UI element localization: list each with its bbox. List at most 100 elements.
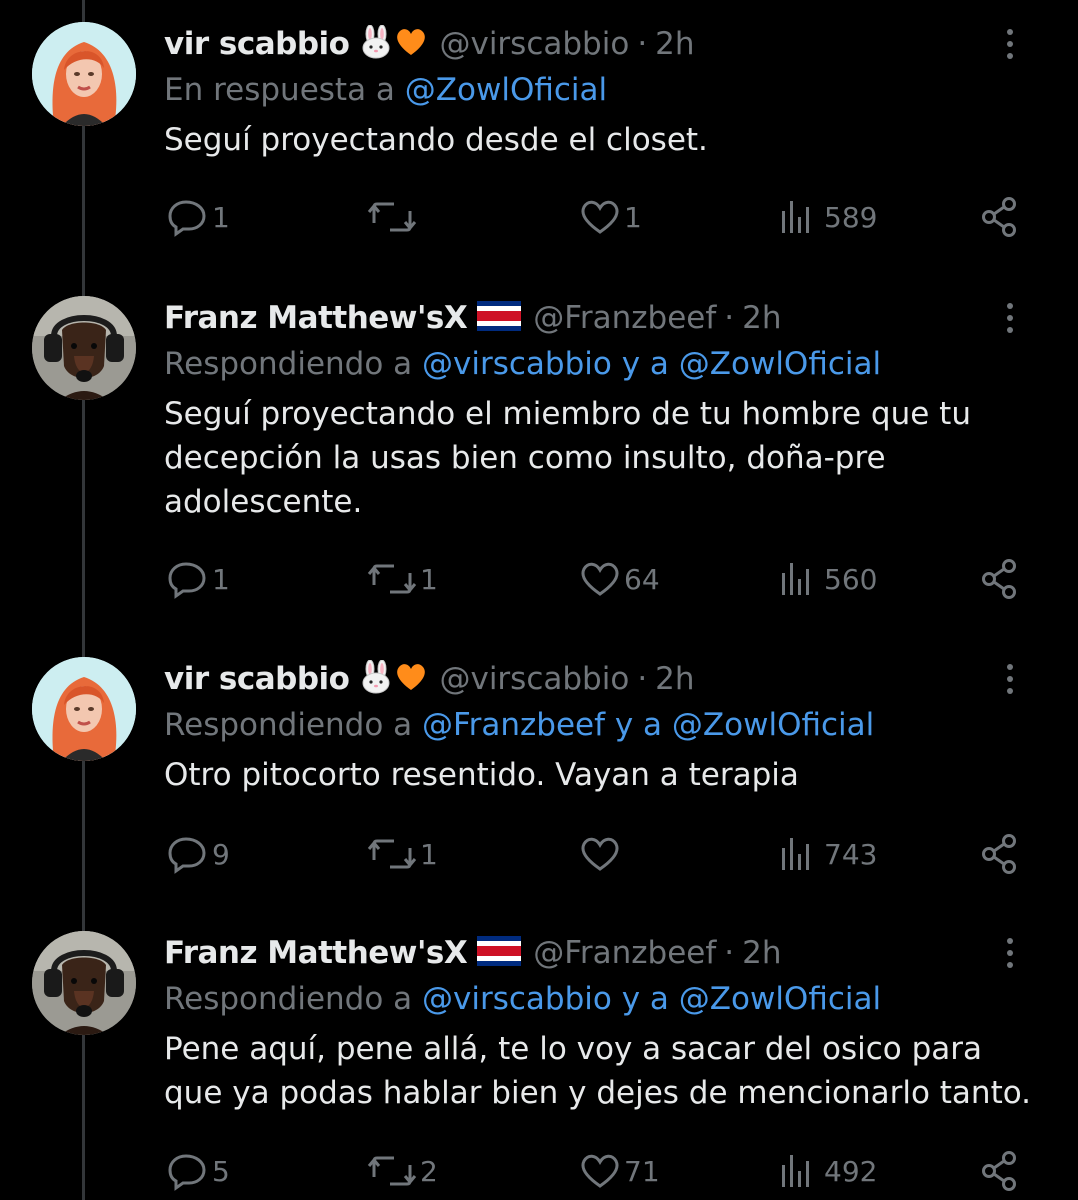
- like-button[interactable]: 64: [578, 554, 660, 604]
- like-count: 71: [624, 1154, 660, 1188]
- reply-mentions[interactable]: @ZowlOficial: [405, 72, 607, 108]
- reply-prefix: Respondiendo a: [164, 346, 423, 382]
- views-icon: [776, 559, 822, 599]
- action-bar: 5 2 71 492: [166, 1146, 1036, 1196]
- share-icon: [978, 832, 1022, 876]
- views-button[interactable]: 560: [776, 554, 877, 604]
- action-bar: 9 1 743: [166, 829, 1036, 879]
- retweet-icon: [366, 834, 418, 874]
- action-bar: 1 1 589: [166, 192, 1036, 242]
- reply-prefix: Respondiendo a: [164, 707, 423, 743]
- handle[interactable]: @Franzbeef: [533, 935, 716, 971]
- views-icon: [776, 197, 822, 237]
- heart-icon: [578, 1151, 622, 1191]
- reply-context: Respondiendo a @Franzbeef y a @ZowlOfici…: [164, 707, 1038, 749]
- retweet-icon: [366, 559, 418, 599]
- like-button[interactable]: 1: [578, 192, 642, 242]
- view-count: 560: [824, 562, 878, 596]
- heart-icon: [578, 834, 622, 874]
- timestamp[interactable]: 2h: [655, 661, 694, 697]
- separator-dot: ·: [637, 26, 648, 62]
- reply-button[interactable]: 5: [166, 1146, 230, 1196]
- costa-rica-flag-emoji: [477, 936, 522, 970]
- view-count: 492: [824, 1154, 878, 1188]
- display-name[interactable]: vir scabbio: [164, 26, 350, 62]
- views-icon: [776, 1151, 822, 1191]
- like-count: 1: [624, 200, 642, 234]
- retweet-button[interactable]: 1: [366, 829, 438, 879]
- avatar[interactable]: [32, 296, 136, 400]
- share-icon: [978, 1149, 1022, 1193]
- reply-prefix: En respuesta a: [164, 72, 405, 108]
- share-button[interactable]: [978, 1146, 1022, 1196]
- reply-count: 5: [212, 1154, 230, 1188]
- separator-dot: ·: [724, 300, 735, 336]
- retweet-button[interactable]: [366, 192, 420, 242]
- more-options-icon[interactable]: [990, 935, 1030, 971]
- display-name[interactable]: vir scabbio: [164, 661, 350, 697]
- separator-dot: ·: [724, 935, 735, 971]
- views-button[interactable]: 589: [776, 192, 877, 242]
- reply-count: 1: [212, 562, 230, 596]
- reply-button[interactable]: 1: [166, 554, 230, 604]
- share-button[interactable]: [978, 829, 1022, 879]
- handle[interactable]: @Franzbeef: [533, 300, 716, 336]
- timestamp[interactable]: 2h: [655, 26, 694, 62]
- display-name[interactable]: Franz Matthew'sX: [164, 300, 468, 336]
- orange-heart-emoji: [395, 27, 427, 61]
- orange-heart-emoji: [395, 662, 427, 696]
- more-options-icon[interactable]: [990, 661, 1030, 697]
- reply-mentions[interactable]: @virscabbio y a @ZowlOficial: [422, 346, 881, 382]
- reply-prefix: Respondiendo a: [164, 981, 423, 1017]
- reply-mentions[interactable]: @virscabbio y a @ZowlOficial: [422, 981, 881, 1017]
- like-button[interactable]: 71: [578, 1146, 660, 1196]
- views-button[interactable]: 743: [776, 829, 877, 879]
- share-icon: [978, 195, 1022, 239]
- rabbit-emoji: [359, 24, 393, 63]
- retweet-count: 1: [420, 837, 438, 871]
- reply-button[interactable]: 1: [166, 192, 230, 242]
- reply-icon: [166, 197, 210, 237]
- views-icon: [776, 834, 822, 874]
- share-button[interactable]: [978, 554, 1022, 604]
- avatar[interactable]: [32, 22, 136, 126]
- separator-dot: ·: [637, 661, 648, 697]
- reply-count: 9: [212, 837, 230, 871]
- reply-icon: [166, 559, 210, 599]
- costa-rica-flag-emoji: [477, 301, 522, 335]
- tweet-text: Seguí proyectando el miembro de tu hombr…: [164, 396, 971, 520]
- timestamp[interactable]: 2h: [742, 300, 781, 336]
- more-options-icon[interactable]: [990, 26, 1030, 62]
- views-button[interactable]: 492: [776, 1146, 877, 1196]
- retweet-icon: [366, 1151, 418, 1191]
- avatar[interactable]: [32, 657, 136, 761]
- retweet-button[interactable]: 1: [366, 554, 438, 604]
- tweet-text: Otro pitocorto resentido. Vayan a terapi…: [164, 757, 799, 793]
- reply-icon: [166, 834, 210, 874]
- reply-mentions[interactable]: @Franzbeef y a @ZowlOficial: [422, 707, 874, 743]
- avatar[interactable]: [32, 931, 136, 1035]
- display-name[interactable]: Franz Matthew'sX: [164, 935, 468, 971]
- tweet-text: Seguí proyectando desde el closet.: [164, 122, 708, 158]
- reply-context: En respuesta a @ZowlOficial: [164, 72, 1038, 114]
- more-options-icon[interactable]: [990, 300, 1030, 336]
- share-button[interactable]: [978, 192, 1022, 242]
- like-count: 64: [624, 562, 660, 596]
- retweet-button[interactable]: 2: [366, 1146, 438, 1196]
- handle[interactable]: @virscabbio: [439, 661, 629, 697]
- conversation-thread: vir scabbio @virscabbio · 2h En respuest…: [0, 0, 1078, 1200]
- reply-context: Respondiendo a @virscabbio y a @ZowlOfic…: [164, 981, 1038, 1023]
- rabbit-emoji: [359, 659, 393, 698]
- share-icon: [978, 557, 1022, 601]
- tweet-text: Pene aquí, pene allá, te lo voy a sacar …: [164, 1031, 1032, 1111]
- action-bar: 1 1 64 560: [166, 554, 1036, 604]
- timestamp[interactable]: 2h: [742, 935, 781, 971]
- view-count: 743: [824, 837, 878, 871]
- retweet-count: 1: [420, 562, 438, 596]
- handle[interactable]: @virscabbio: [439, 26, 629, 62]
- reply-count: 1: [212, 200, 230, 234]
- reply-button[interactable]: 9: [166, 829, 230, 879]
- reply-icon: [166, 1151, 210, 1191]
- like-button[interactable]: [578, 829, 624, 879]
- view-count: 589: [824, 200, 878, 234]
